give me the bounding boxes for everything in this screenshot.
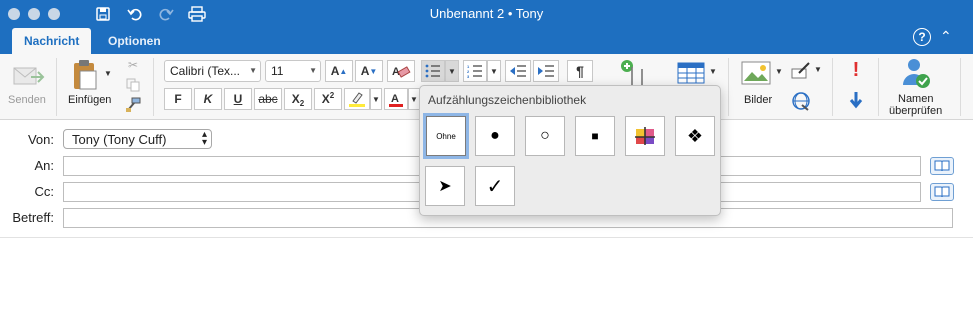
send-label: Senden bbox=[8, 94, 46, 106]
send-icon[interactable] bbox=[12, 62, 46, 92]
checkmark-bullet-icon[interactable]: ✓ bbox=[475, 166, 515, 206]
italic-button[interactable]: K bbox=[194, 88, 222, 110]
eraser-icon: A bbox=[392, 66, 411, 78]
table-icon[interactable] bbox=[676, 60, 706, 86]
check-names-label-line1: Namen bbox=[898, 93, 934, 105]
cc-address-book-icon[interactable] bbox=[930, 183, 954, 201]
help-icon[interactable]: ? bbox=[913, 28, 931, 46]
pictures-icon[interactable] bbox=[740, 60, 772, 86]
bullet-library-title: Aufzählungszeichenbibliothek bbox=[428, 93, 587, 107]
font-name-value: Calibri (Tex... bbox=[170, 64, 241, 78]
bold-button[interactable]: F bbox=[164, 88, 192, 110]
paste-dropdown-icon[interactable]: ▼ bbox=[103, 68, 113, 78]
cut-icon[interactable]: ✂ bbox=[124, 56, 142, 74]
subscript-button[interactable]: X2 bbox=[284, 88, 312, 110]
pictures-label: Bilder bbox=[744, 94, 773, 106]
numbering-button[interactable]: 123 bbox=[463, 60, 487, 82]
from-label: Von: bbox=[27, 132, 54, 147]
high-priority-icon[interactable]: ! bbox=[846, 58, 866, 82]
window-title: Unbenannt 2 • Tony bbox=[429, 6, 544, 21]
signature-dropdown-icon[interactable]: ▼ bbox=[813, 64, 823, 74]
bullets-dropdown-button[interactable]: ▼ bbox=[445, 60, 459, 82]
filled-circle-bullet-icon[interactable]: ● bbox=[475, 116, 515, 156]
filled-square-bullet-icon[interactable]: ■ bbox=[575, 116, 615, 156]
check-names-icon[interactable] bbox=[900, 56, 932, 92]
bullet-library-popup: Aufzählungszeichenbibliothek Ohne ● ○ ■ … bbox=[419, 85, 721, 216]
low-priority-icon[interactable] bbox=[846, 88, 866, 112]
outdent-icon bbox=[510, 65, 526, 77]
svg-text:A: A bbox=[391, 93, 399, 105]
cc-label: Cc: bbox=[34, 184, 55, 199]
font-color-icon: A bbox=[389, 93, 403, 107]
underline-button[interactable]: U bbox=[224, 88, 252, 110]
hollow-circle-bullet-icon[interactable]: ○ bbox=[525, 116, 565, 156]
tab-nachricht[interactable]: Nachricht bbox=[12, 28, 92, 54]
superscript-button[interactable]: X2 bbox=[314, 88, 342, 110]
strikethrough-button[interactable]: abc bbox=[254, 88, 282, 110]
to-label: An: bbox=[34, 158, 54, 173]
paste-icon[interactable] bbox=[70, 58, 100, 92]
highlight-button[interactable] bbox=[344, 88, 370, 110]
highlight-dropdown-button[interactable]: ▼ bbox=[370, 88, 382, 110]
tab-optionen[interactable]: Optionen bbox=[96, 28, 173, 54]
message-body[interactable] bbox=[0, 238, 973, 314]
clear-formatting-button[interactable]: A bbox=[387, 60, 415, 82]
bullets-button[interactable] bbox=[421, 60, 445, 82]
font-color-button[interactable]: A bbox=[384, 88, 408, 110]
link-icon[interactable] bbox=[790, 90, 812, 112]
copy-icon[interactable] bbox=[124, 76, 142, 94]
font-size-combo[interactable]: 11 ▼ bbox=[265, 60, 321, 82]
chevron-down-icon: ▼ bbox=[309, 66, 317, 75]
check-names-label-line2: überprüfen bbox=[889, 105, 943, 117]
show-paragraph-button[interactable]: ¶ bbox=[567, 60, 593, 82]
increase-indent-button[interactable] bbox=[533, 60, 559, 82]
paste-label: Einfügen bbox=[68, 94, 112, 106]
grow-font-button[interactable]: A ▲ bbox=[325, 60, 353, 82]
subject-label: Betreff: bbox=[12, 210, 54, 225]
numbering-dropdown-button[interactable]: ▼ bbox=[487, 60, 501, 82]
decrease-indent-button[interactable] bbox=[505, 60, 531, 82]
numbered-list-icon: 123 bbox=[467, 64, 482, 78]
from-account-value: Tony (Tony Cuff) bbox=[72, 131, 167, 147]
highlighter-icon bbox=[349, 92, 365, 107]
bullet-option-none[interactable]: Ohne bbox=[423, 113, 469, 159]
title-bar: Unbenannt 2 • Tony Nachricht Optionen ? … bbox=[0, 0, 973, 54]
diamond-bullet-icon[interactable]: ❖ bbox=[675, 116, 715, 156]
pictures-dropdown-icon[interactable]: ▼ bbox=[774, 66, 784, 76]
collapse-ribbon-icon[interactable]: ⌃ bbox=[940, 28, 952, 45]
svg-text:3: 3 bbox=[467, 74, 470, 78]
to-address-book-icon[interactable] bbox=[930, 157, 954, 175]
table-dropdown-icon[interactable]: ▼ bbox=[708, 66, 718, 76]
colored-square-bullet-icon[interactable] bbox=[625, 116, 665, 156]
font-name-combo[interactable]: Calibri (Tex... ▼ bbox=[164, 60, 261, 82]
font-size-value: 11 bbox=[271, 64, 284, 78]
signature-icon[interactable] bbox=[790, 60, 812, 80]
bullet-list-icon bbox=[425, 64, 440, 78]
indent-icon bbox=[538, 65, 554, 77]
from-account-select[interactable]: Tony (Tony Cuff) ▴ ▾ bbox=[63, 129, 212, 149]
format-painter-icon[interactable] bbox=[124, 96, 142, 114]
shrink-font-button[interactable]: A ▼ bbox=[355, 60, 383, 82]
arrowhead-bullet-icon[interactable]: ➤ bbox=[425, 166, 465, 206]
select-arrows-icon: ▴ ▾ bbox=[201, 129, 207, 148]
chevron-down-icon: ▼ bbox=[249, 66, 257, 75]
